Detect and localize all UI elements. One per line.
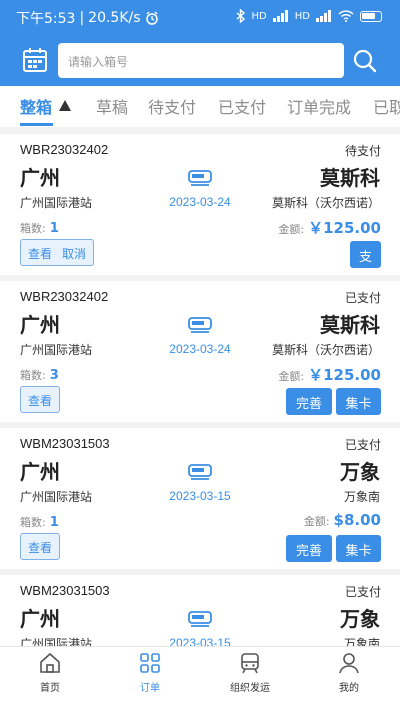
order-card[interactable]: WBR23032402 待支付 广州 莫斯科 广州国际港站 莫斯科（沃尔西诺） … (0, 134, 400, 275)
origin-city: 广州 (20, 166, 60, 190)
signal-icon-2 (316, 10, 331, 22)
nav-profile[interactable]: 我的 (309, 651, 389, 694)
signal-label-1: HD (251, 10, 267, 22)
nav-dispatch-label: 组织发运 (230, 683, 270, 694)
origin-city: 广州 (20, 607, 60, 631)
destination-city: 莫斯科 (320, 166, 380, 190)
user-icon (339, 653, 359, 674)
nav-home-label: 首页 (40, 683, 60, 694)
order-id: WBM23031503 (20, 436, 110, 451)
order-card[interactable]: WBR23032402 已支付 广州 莫斯科 广州国际港站 莫斯科（沃尔西诺） … (0, 281, 400, 422)
nav-dispatch[interactable]: 组织发运 (210, 651, 290, 694)
departure-date: 2023-03-15 (169, 489, 231, 503)
train-icon (188, 170, 212, 186)
destination-city: 万象 (340, 460, 380, 484)
alarm-icon (145, 11, 158, 25)
view-button[interactable]: 查看 (28, 247, 52, 261)
tab-paid[interactable]: 已支付 (218, 94, 266, 118)
order-id: WBM23031503 (20, 583, 110, 598)
view-button[interactable]: 查看 (20, 386, 61, 413)
order-id: WBR23032402 (20, 142, 109, 157)
tab-draft[interactable]: 草稿 (96, 94, 128, 118)
nav-orders[interactable]: 订单 (110, 651, 190, 694)
departure-date: 2023-03-15 (169, 636, 231, 646)
wifi-icon (338, 10, 354, 22)
bottom-nav: 首页 订单 组织发运 我的 (0, 646, 400, 711)
train-icon (188, 317, 212, 333)
origin-station: 广州国际港站 (20, 196, 93, 210)
complete-info-button[interactable]: 完善 (286, 535, 332, 562)
cancel-button[interactable]: 取消 (62, 247, 86, 261)
order-status: 已支付 (344, 291, 381, 305)
order-status: 已支付 (344, 585, 381, 599)
destination-station: 万象南 (343, 490, 380, 504)
grid-icon (140, 653, 160, 673)
order-card[interactable]: WBM23031503 已支付 广州 万象 广州国际港站 万象南 2023-03… (0, 428, 400, 569)
signal-label-2: HD (294, 10, 310, 22)
order-id: WBR23032402 (20, 289, 109, 304)
truck-dispatch-button[interactable]: 集卡 (336, 388, 381, 415)
sort-triangle-icon[interactable] (59, 100, 71, 111)
status-network-speed: 20.5K/s (88, 10, 141, 26)
destination-city: 万象 (340, 607, 380, 631)
view-cancel-buttons: 查看 取消 (20, 239, 95, 266)
train-icon (241, 653, 259, 674)
app-header: 下午5:53 | 20.5K/s HD HD 请输入箱号 (0, 0, 400, 86)
destination-station: 万象南 (343, 637, 380, 646)
order-amount: 金额: ￥125.00 (278, 366, 381, 384)
tab-cancelled[interactable]: 已取 (373, 94, 400, 118)
search-input[interactable]: 请输入箱号 (58, 43, 344, 78)
tab-pending-payment[interactable]: 待支付 (148, 94, 196, 118)
box-count: 箱数: 1 (20, 221, 59, 236)
box-count: 箱数: 3 (20, 368, 59, 383)
home-icon (40, 652, 60, 673)
destination-station: 莫斯科（沃尔西诺） (271, 196, 380, 210)
order-list[interactable]: WBR23032402 待支付 广州 莫斯科 广州国际港站 莫斯科（沃尔西诺） … (0, 134, 400, 646)
tab-order-complete[interactable]: 订单完成 (287, 94, 351, 118)
destination-station: 莫斯科（沃尔西诺） (271, 343, 380, 357)
status-time: 下午5:53 (16, 11, 76, 27)
origin-city: 广州 (20, 460, 60, 484)
status-bar: 下午5:53 | 20.5K/s HD HD (0, 0, 400, 34)
pay-button[interactable]: 支 (350, 241, 381, 268)
destination-city: 莫斯科 (320, 313, 380, 337)
order-amount: 金额: ￥125.00 (278, 219, 381, 237)
train-icon (188, 464, 212, 480)
origin-station: 广州国际港站 (20, 343, 93, 357)
order-status: 已支付 (344, 438, 381, 452)
origin-city: 广州 (20, 313, 60, 337)
view-button[interactable]: 查看 (20, 533, 61, 560)
nav-home[interactable]: 首页 (10, 651, 90, 694)
search-icon[interactable] (353, 49, 377, 73)
box-count: 箱数: 1 (20, 515, 59, 530)
tab-whole-container[interactable]: 整箱 (20, 94, 52, 118)
origin-station: 广州国际港站 (20, 490, 93, 504)
battery-icon (360, 10, 382, 22)
calendar-icon[interactable] (22, 47, 48, 73)
train-icon (188, 611, 212, 627)
departure-date: 2023-03-24 (169, 195, 231, 209)
order-amount: 金额: $8.00 (303, 511, 381, 529)
departure-date: 2023-03-24 (169, 342, 231, 356)
order-tabs: 整箱 草稿 待支付 已支付 订单完成 已取 (0, 86, 400, 127)
nav-profile-label: 我的 (339, 683, 359, 694)
active-tab-indicator (20, 123, 53, 126)
truck-dispatch-button[interactable]: 集卡 (336, 535, 381, 562)
order-status: 待支付 (344, 144, 381, 158)
bluetooth-icon (236, 9, 245, 23)
order-card[interactable]: WBM23031503 已支付 广州 万象 广州国际港站 万象南 2023-03… (0, 575, 400, 646)
search-placeholder: 请输入箱号 (68, 55, 129, 69)
signal-icon (272, 10, 288, 22)
nav-orders-label: 订单 (140, 683, 160, 694)
complete-info-button[interactable]: 完善 (286, 388, 332, 415)
origin-station: 广州国际港站 (20, 637, 93, 646)
